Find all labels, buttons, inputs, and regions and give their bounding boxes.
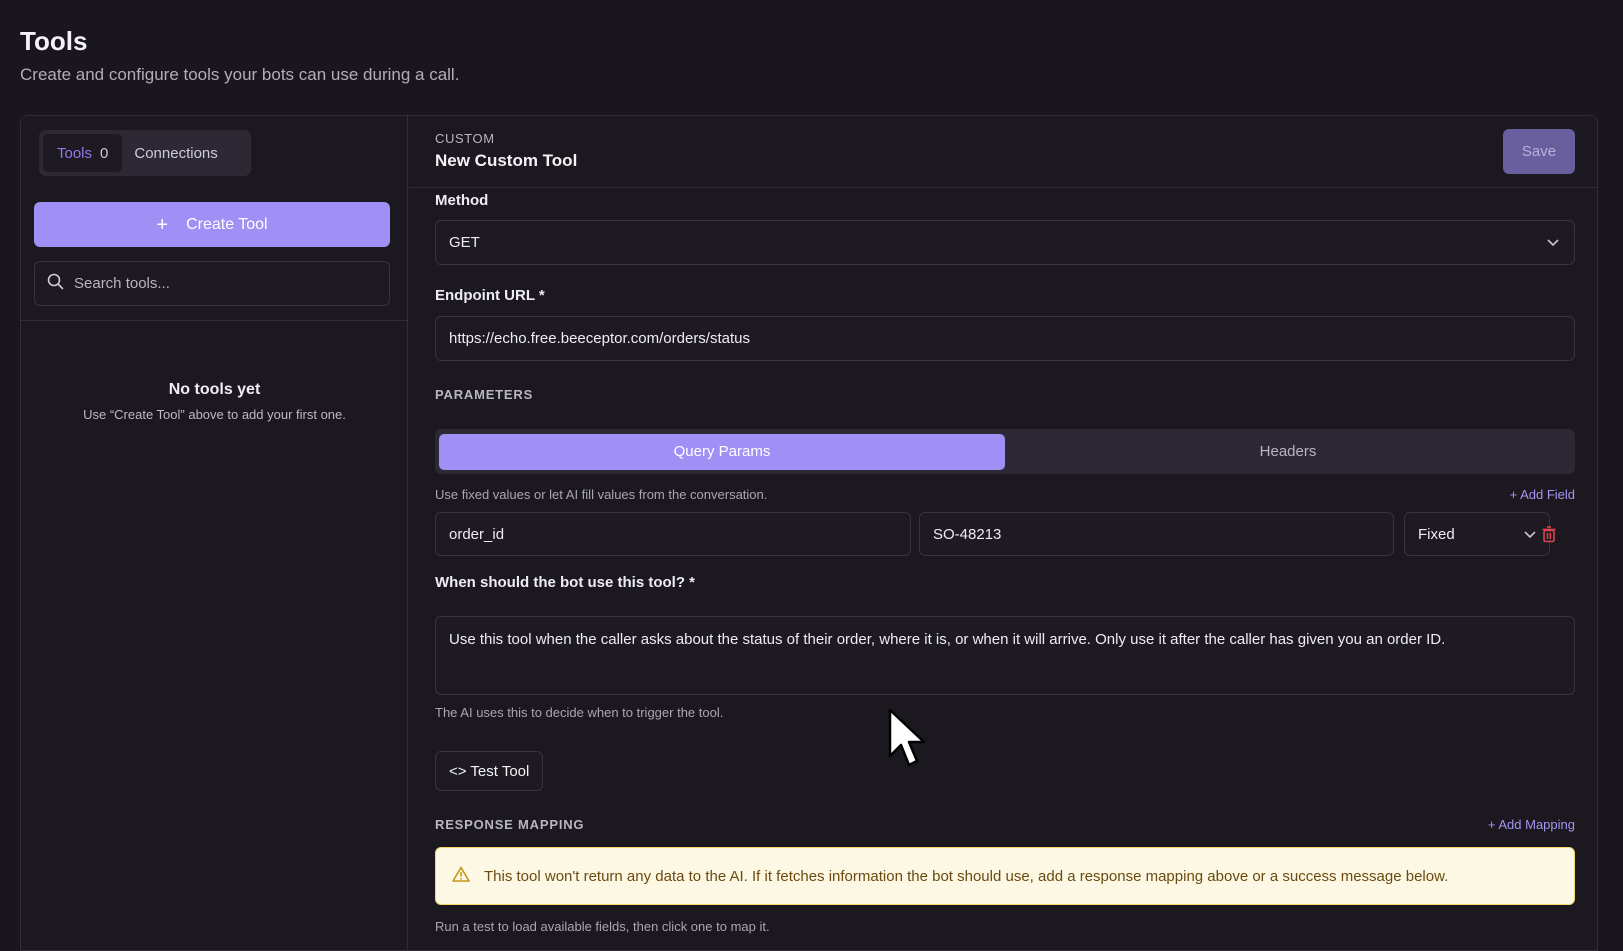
param-value-value: SO-48213 (933, 525, 1002, 543)
chevron-down-icon (1523, 527, 1537, 545)
search-box (34, 261, 390, 306)
trigger-label: When should the bot use this tool? * (435, 574, 695, 591)
trash-icon[interactable] (1541, 526, 1557, 548)
response-mapping-heading: RESPONSE MAPPING (435, 817, 585, 832)
test-tool-button[interactable]: <> Test Tool (435, 751, 544, 791)
tool-kind-label: CUSTOM (435, 131, 495, 146)
create-tool-label: Create Tool (186, 215, 268, 233)
param-value-input[interactable]: SO-48213 (919, 512, 1394, 556)
parameters-hint: Use fixed values or let AI fill values f… (435, 487, 768, 502)
param-mode-select[interactable]: Fixed (1404, 512, 1550, 556)
sidebar-tab-switcher: Tools 0 Connections (39, 130, 251, 176)
empty-state: No tools yet Use “Create Tool” above to … (21, 381, 408, 422)
warning-icon (452, 866, 470, 886)
method-select[interactable]: GET (435, 220, 1575, 265)
save-button[interactable]: Save (1503, 129, 1575, 174)
empty-state-hint: Use “Create Tool” above to add your firs… (83, 407, 346, 422)
param-key-value: order_id (449, 525, 505, 543)
tab-tools[interactable]: Tools 0 (43, 134, 123, 172)
trigger-description-textarea[interactable]: Use this tool when the caller asks about… (435, 616, 1575, 695)
method-value: GET (449, 234, 480, 251)
plus-icon: + (156, 213, 169, 236)
search-icon (47, 273, 64, 295)
tab-tools-count: 0 (100, 144, 109, 162)
page-subtitle: Create and configure tools your bots can… (20, 65, 460, 84)
empty-state-title: No tools yet (168, 381, 261, 398)
tools-page: Tools Create and configure tools your bo… (0, 0, 1623, 951)
method-label: Method (435, 192, 489, 209)
tab-connections[interactable]: Connections (122, 145, 229, 162)
tools-sidebar: Tools 0 Connections + Create Tool No too… (21, 116, 408, 950)
endpoint-label: Endpoint URL * (435, 287, 545, 304)
tool-editor: CUSTOM New Custom Tool Save Method GET E… (409, 116, 1597, 950)
parameter-tabs: Query Params Headers (435, 429, 1575, 474)
endpoint-url-input[interactable]: https://echo.free.beeceptor.com/orders/s… (435, 316, 1575, 361)
mouse-cursor-icon (888, 708, 928, 775)
page-header: Tools Create and configure tools your bo… (20, 26, 459, 85)
chevron-down-icon (1546, 235, 1560, 253)
trigger-hint: The AI uses this to decide when to trigg… (435, 705, 724, 720)
param-mode-value: Fixed (1418, 525, 1455, 543)
tool-name: New Custom Tool (435, 151, 578, 170)
tools-panel: Tools 0 Connections + Create Tool No too… (20, 115, 1598, 951)
parameters-heading: PARAMETERS (435, 387, 534, 402)
editor-topbar: CUSTOM New Custom Tool Save (409, 116, 1597, 188)
tab-query-params[interactable]: Query Params (439, 433, 1005, 470)
no-response-warning: This tool won't return any data to the A… (435, 847, 1575, 905)
tab-tools-label: Tools (57, 144, 93, 162)
add-field-button[interactable]: + Add Field (1510, 487, 1575, 502)
endpoint-url-value: https://echo.free.beeceptor.com/orders/s… (449, 330, 750, 347)
create-tool-button[interactable]: + Create Tool (34, 202, 390, 247)
param-key-input[interactable]: order_id (435, 512, 911, 556)
response-mapping-hint: Run a test to load available fields, the… (435, 919, 770, 934)
page-title: Tools (20, 26, 88, 56)
search-input[interactable] (74, 275, 377, 292)
tab-headers[interactable]: Headers (1005, 434, 1571, 470)
add-mapping-button[interactable]: + Add Mapping (1488, 817, 1575, 832)
warning-text: This tool won't return any data to the A… (484, 867, 1449, 885)
sidebar-divider (21, 320, 408, 321)
